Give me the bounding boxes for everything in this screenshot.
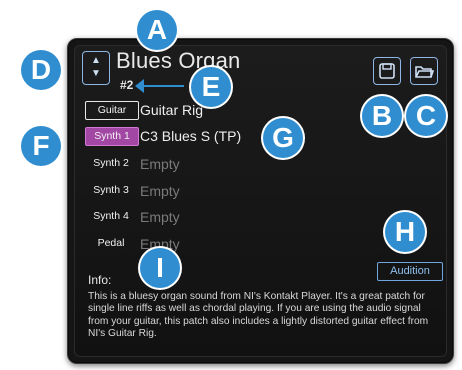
callout-badge-f: F bbox=[21, 126, 61, 166]
open-button[interactable] bbox=[410, 57, 438, 85]
preset-spinner[interactable]: ▲ ▼ bbox=[82, 51, 110, 85]
preset-down-arrow-icon[interactable]: ▼ bbox=[83, 68, 109, 80]
slot-synth1-button[interactable]: Synth 1 bbox=[85, 127, 139, 146]
callout-badge-c: C bbox=[406, 96, 446, 136]
callout-badge-b: B bbox=[362, 96, 402, 136]
audition-button[interactable]: Audition bbox=[377, 262, 443, 281]
info-label: Info: bbox=[88, 273, 112, 287]
save-button[interactable] bbox=[373, 57, 401, 85]
callout-badge-h: H bbox=[385, 212, 425, 252]
slot-synth3-value[interactable]: Empty bbox=[140, 183, 180, 199]
info-text: This is a bluesy organ sound from NI's K… bbox=[88, 291, 429, 340]
slot-guitar-value[interactable]: Guitar Rig bbox=[140, 102, 203, 118]
callout-badge-d: D bbox=[21, 50, 61, 90]
slot-synth3-button[interactable]: Synth 3 bbox=[85, 182, 137, 199]
callout-badge-i: I bbox=[140, 248, 180, 288]
folder-open-icon bbox=[415, 66, 435, 78]
slot-pedal-button[interactable]: Pedal bbox=[85, 235, 137, 252]
slot-synth2-value[interactable]: Empty bbox=[140, 156, 180, 172]
slot-synth2-button[interactable]: Synth 2 bbox=[85, 155, 137, 172]
callout-arrow-icon bbox=[135, 79, 184, 93]
preset-number: #2 bbox=[120, 78, 134, 92]
save-icon bbox=[379, 63, 395, 79]
callout-badge-a: A bbox=[137, 10, 177, 50]
callout-badge-e: E bbox=[191, 67, 231, 107]
slot-synth4-button[interactable]: Synth 4 bbox=[85, 208, 137, 225]
slot-guitar-button[interactable]: Guitar bbox=[85, 101, 139, 120]
callout-badge-g: G bbox=[263, 118, 303, 158]
slot-synth1-value[interactable]: C3 Blues S (TP) bbox=[140, 128, 241, 144]
slot-synth4-value[interactable]: Empty bbox=[140, 209, 180, 225]
preset-up-arrow-icon[interactable]: ▲ bbox=[83, 55, 109, 67]
